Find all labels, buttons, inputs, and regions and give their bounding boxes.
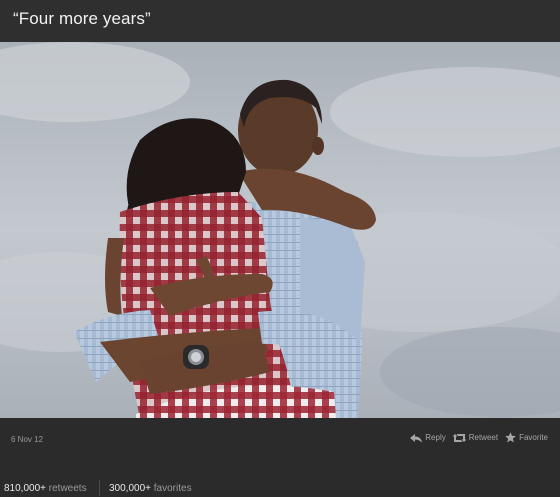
favorite-label: Favorite — [519, 433, 548, 442]
favorites-label: favorites — [153, 483, 192, 494]
tweet-photo[interactable] — [0, 42, 560, 418]
tweet-header: “Four more years” — [0, 0, 560, 42]
retweet-icon — [452, 433, 466, 442]
tweet-date[interactable]: 6 Nov 12 — [11, 435, 43, 444]
reply-icon — [410, 433, 423, 442]
retweet-label: Retweet — [468, 433, 499, 442]
retweet-button[interactable]: Retweet — [452, 433, 499, 443]
tweet-meta-bar: 6 Nov 12 Reply Retweet Favorite — [0, 418, 560, 462]
reply-label: Reply — [425, 433, 446, 442]
favorites-stat[interactable]: 300,000+ favorites — [109, 483, 192, 494]
stats-divider — [99, 480, 100, 496]
favorite-button[interactable]: Favorite — [505, 432, 548, 443]
embrace-photo-image — [0, 42, 560, 418]
retweets-count: 810,000+ — [4, 483, 46, 494]
tweet-stats: 810,000+ retweets 300,000+ favorites — [0, 474, 560, 497]
tweet-actions: Reply Retweet Favorite — [410, 432, 548, 443]
retweets-stat[interactable]: 810,000+ retweets — [4, 483, 87, 494]
reply-button[interactable]: Reply — [410, 433, 446, 443]
retweets-label: retweets — [48, 483, 87, 494]
tweet-text: “Four more years” — [13, 9, 151, 28]
favorites-count: 300,000+ — [109, 483, 151, 494]
star-icon — [505, 432, 516, 443]
